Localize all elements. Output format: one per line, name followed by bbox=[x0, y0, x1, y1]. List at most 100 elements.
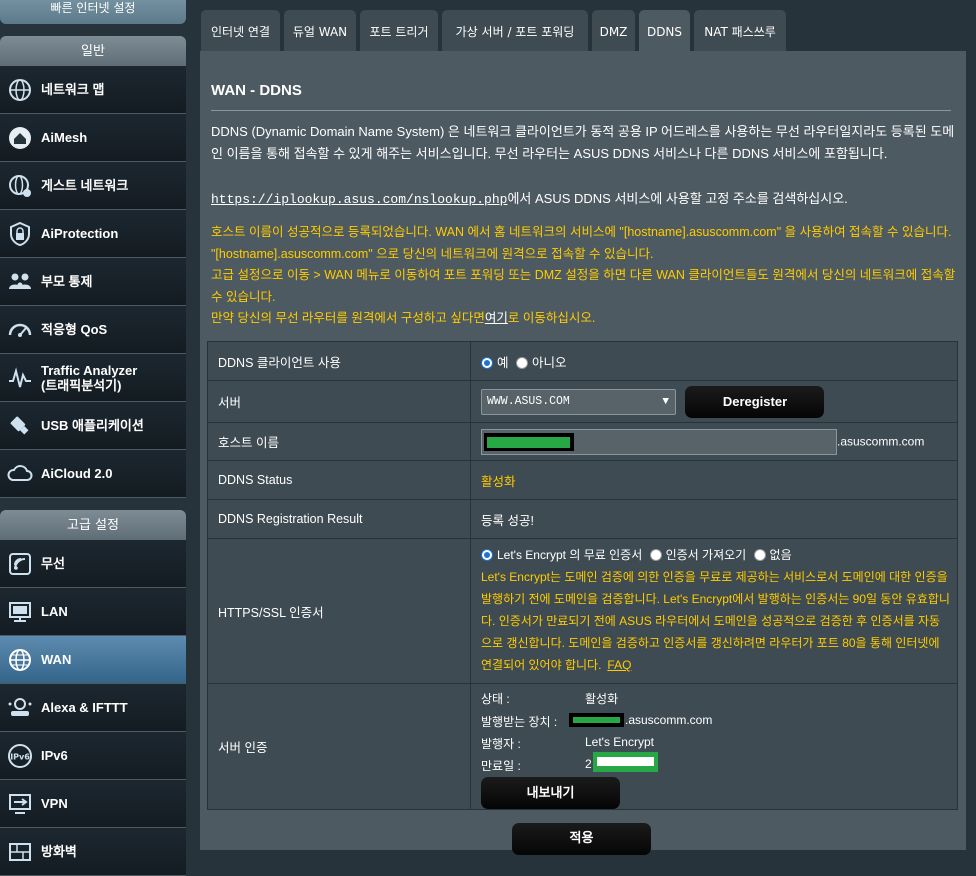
sidebar-item-label: WAN bbox=[41, 652, 72, 667]
server-select[interactable]: WWW.ASUS.COM ▼ bbox=[481, 388, 676, 415]
sidebar-item-aimesh[interactable]: AiMesh bbox=[0, 114, 186, 162]
hostname-value: .asuscomm.com bbox=[470, 422, 958, 461]
cloud-icon bbox=[7, 461, 33, 487]
wan-globe-icon bbox=[7, 647, 33, 673]
page-title: WAN - DDNS bbox=[211, 82, 302, 99]
faq-link[interactable]: FAQ bbox=[607, 658, 631, 672]
ddns-settings-table: DDNS 클라이언트 사용 예 아니오 서버 WWW.ASUS.COM ▼ Der… bbox=[207, 341, 958, 810]
sidebar-item-label: IPv6 bbox=[41, 748, 68, 763]
import-cert-label: 인증서 가져오기 bbox=[665, 548, 747, 562]
sidebar-item-label: Alexa & IFTTT bbox=[41, 700, 128, 715]
ddns-status-value: 활성화 bbox=[470, 460, 958, 500]
sidebar-item-label: 부모 통제 bbox=[41, 274, 93, 289]
registration-result-label: DDNS Registration Result bbox=[207, 499, 471, 539]
sidebar-item-adaptive-qos[interactable]: 적응형 QoS bbox=[0, 306, 186, 354]
alexa-icon bbox=[7, 695, 33, 721]
enable-no-radio[interactable] bbox=[516, 356, 528, 369]
registration-result-value: 등록 성공! bbox=[470, 499, 958, 539]
enable-yes-radio[interactable] bbox=[481, 356, 493, 369]
sidebar-item-vpn[interactable]: VPN bbox=[0, 780, 186, 828]
hostname-input[interactable] bbox=[481, 428, 837, 455]
row-hostname: 호스트 이름 .asuscomm.com bbox=[207, 422, 958, 461]
tab-port-trigger[interactable]: 포트 트리거 bbox=[360, 10, 438, 51]
firewall-icon bbox=[7, 839, 33, 865]
svg-text:IPv6: IPv6 bbox=[10, 752, 30, 761]
deregister-button[interactable]: Deregister bbox=[685, 385, 825, 418]
sidebar-item-network-map[interactable]: 네트워크 맵 bbox=[0, 66, 186, 114]
no-cert-label: 없음 bbox=[769, 548, 792, 562]
tab-virtual-server[interactable]: 가상 서버 / 포트 포워딩 bbox=[442, 10, 588, 51]
tab-dmz[interactable]: DMZ bbox=[592, 10, 635, 51]
sidebar-item-label: AiProtection bbox=[41, 226, 119, 241]
row-ddns-enable: DDNS 클라이언트 사용 예 아니오 bbox=[207, 341, 958, 381]
cert-details: 상태 : 활성화 발행받는 장치 : .asuscomm.com 발행자 : L… bbox=[481, 686, 957, 809]
notice-text: 로 이동하십시오. bbox=[507, 311, 596, 325]
sidebar-item-aiprotection[interactable]: AiProtection bbox=[0, 210, 186, 258]
export-button[interactable]: 내보내기 bbox=[481, 776, 620, 809]
sidebar-item-label: USB 애플리케이션 bbox=[41, 418, 144, 433]
sidebar-item-label: AiCloud 2.0 bbox=[41, 466, 113, 481]
sidebar-item-aicloud[interactable]: AiCloud 2.0 bbox=[0, 450, 186, 498]
sidebar-item-alexa-ifttt[interactable]: Alexa & IFTTT bbox=[0, 684, 186, 732]
row-server: 서버 WWW.ASUS.COM ▼ Deregister bbox=[207, 380, 958, 423]
sidebar-item-usb-application[interactable]: USB 애플리케이션 bbox=[0, 402, 186, 450]
sidebar-item-label: 무선 bbox=[41, 556, 65, 571]
notice-line-3: 만약 당신의 무선 라우터를 원격에서 구성하고 싶다면여기로 이동하십시오. bbox=[211, 308, 956, 330]
apply-button[interactable]: 적용 bbox=[512, 823, 651, 855]
sidebar-item-guest-network[interactable]: 게스트 네트워크 bbox=[0, 162, 186, 210]
server-value: WWW.ASUS.COM ▼ Deregister bbox=[470, 380, 958, 423]
server-selected-value: WWW.ASUS.COM bbox=[487, 394, 570, 408]
sidebar-section-general: 일반 bbox=[0, 36, 186, 66]
sidebar: 빠른 인터넷 설정 일반 네트워크 맵 AiMesh 게스트 네트워크 AiPr… bbox=[0, 0, 186, 876]
https-cert-value: Let's Encrypt 의 무료 인증서 인증서 가져오기 없음 Let's… bbox=[470, 538, 958, 684]
content-panel: WAN - DDNS DDNS (Dynamic Domain Name Sys… bbox=[200, 51, 966, 855]
sidebar-item-label: 방화벽 bbox=[41, 844, 77, 859]
sidebar-item-parental-control[interactable]: 부모 통제 bbox=[0, 258, 186, 306]
chevron-down-icon: ▼ bbox=[662, 395, 669, 408]
tab-internet-connection[interactable]: 인터넷 연결 bbox=[201, 10, 280, 51]
row-registration-result: DDNS Registration Result 등록 성공! bbox=[207, 499, 958, 539]
lookup-text: 에서 ASUS DDNS 서비스에 사용할 고정 주소를 검색하십시오. bbox=[507, 191, 848, 206]
lets-encrypt-radio[interactable] bbox=[481, 549, 493, 561]
https-description-text: Let's Encrypt는 도메인 검증에 의한 인증을 무료로 제공하는 서… bbox=[481, 570, 950, 672]
sidebar-item-firewall[interactable]: 방화벽 bbox=[0, 828, 186, 876]
sidebar-item-traffic-analyzer[interactable]: Traffic Analyzer (트래픽분석기) bbox=[0, 354, 186, 402]
sidebar-item-wireless[interactable]: 무선 bbox=[0, 540, 186, 588]
lookup-link[interactable]: https://iplookup.asus.com/nslookup.php bbox=[211, 192, 507, 207]
cert-state-label: 상태 : bbox=[481, 691, 510, 706]
no-cert-radio[interactable] bbox=[753, 549, 766, 561]
cert-state-value: 활성화 bbox=[585, 691, 619, 706]
sidebar-item-label: 적응형 QoS bbox=[41, 322, 108, 337]
cert-issued-to-label: 발행받는 장치 : bbox=[481, 714, 558, 729]
here-link[interactable]: 여기 bbox=[485, 311, 508, 325]
cert-issued-to-suffix: .asuscomm.com bbox=[625, 712, 713, 727]
import-cert-radio[interactable] bbox=[649, 549, 662, 561]
sidebar-item-lan[interactable]: LAN bbox=[0, 588, 186, 636]
sidebar-item-ipv6[interactable]: IPv6 IPv6 bbox=[0, 732, 186, 780]
tab-ddns[interactable]: DDNS bbox=[639, 10, 690, 51]
lock-shield-icon bbox=[7, 221, 33, 247]
notice-text: 만약 당신의 무선 라우터를 원격에서 구성하고 싶다면 bbox=[211, 311, 485, 325]
globe-network-icon bbox=[7, 77, 33, 103]
vpn-icon bbox=[7, 791, 33, 817]
row-ddns-status: DDNS Status 활성화 bbox=[207, 460, 958, 500]
title-divider bbox=[211, 110, 951, 111]
cert-issuer-label: 발행자 : bbox=[481, 736, 521, 751]
server-cert-label: 서버 인증 bbox=[207, 683, 471, 810]
traffic-wave-icon bbox=[7, 365, 33, 391]
sidebar-section-advanced: 고급 설정 bbox=[0, 510, 186, 540]
tab-nat-passthrough[interactable]: NAT 패스쓰루 bbox=[694, 10, 786, 51]
tab-dual-wan[interactable]: 듀얼 WAN bbox=[284, 10, 356, 51]
sidebar-item-wan[interactable]: WAN bbox=[0, 636, 186, 684]
quick-setup-button[interactable]: 빠른 인터넷 설정 bbox=[0, 0, 186, 24]
https-description: Let's Encrypt는 도메인 검증에 의한 인증을 무료로 제공하는 서… bbox=[481, 566, 951, 676]
expiry-redaction-fill bbox=[597, 756, 654, 766]
notice-line-2: 고급 설정으로 이동 > WAN 메뉴로 이동하여 포트 포워딩 또는 DMZ … bbox=[211, 268, 956, 304]
guest-globe-icon bbox=[7, 173, 33, 199]
usb-icon bbox=[7, 413, 33, 439]
enable-no-label: 아니오 bbox=[532, 355, 567, 370]
lookup-line: https://iplookup.asus.com/nslookup.php에서… bbox=[211, 188, 956, 211]
cert-expiry-label: 만료일 : bbox=[481, 758, 521, 773]
ddns-enable-value: 예 아니오 bbox=[470, 341, 958, 381]
ddns-enable-label: DDNS 클라이언트 사용 bbox=[207, 341, 471, 381]
